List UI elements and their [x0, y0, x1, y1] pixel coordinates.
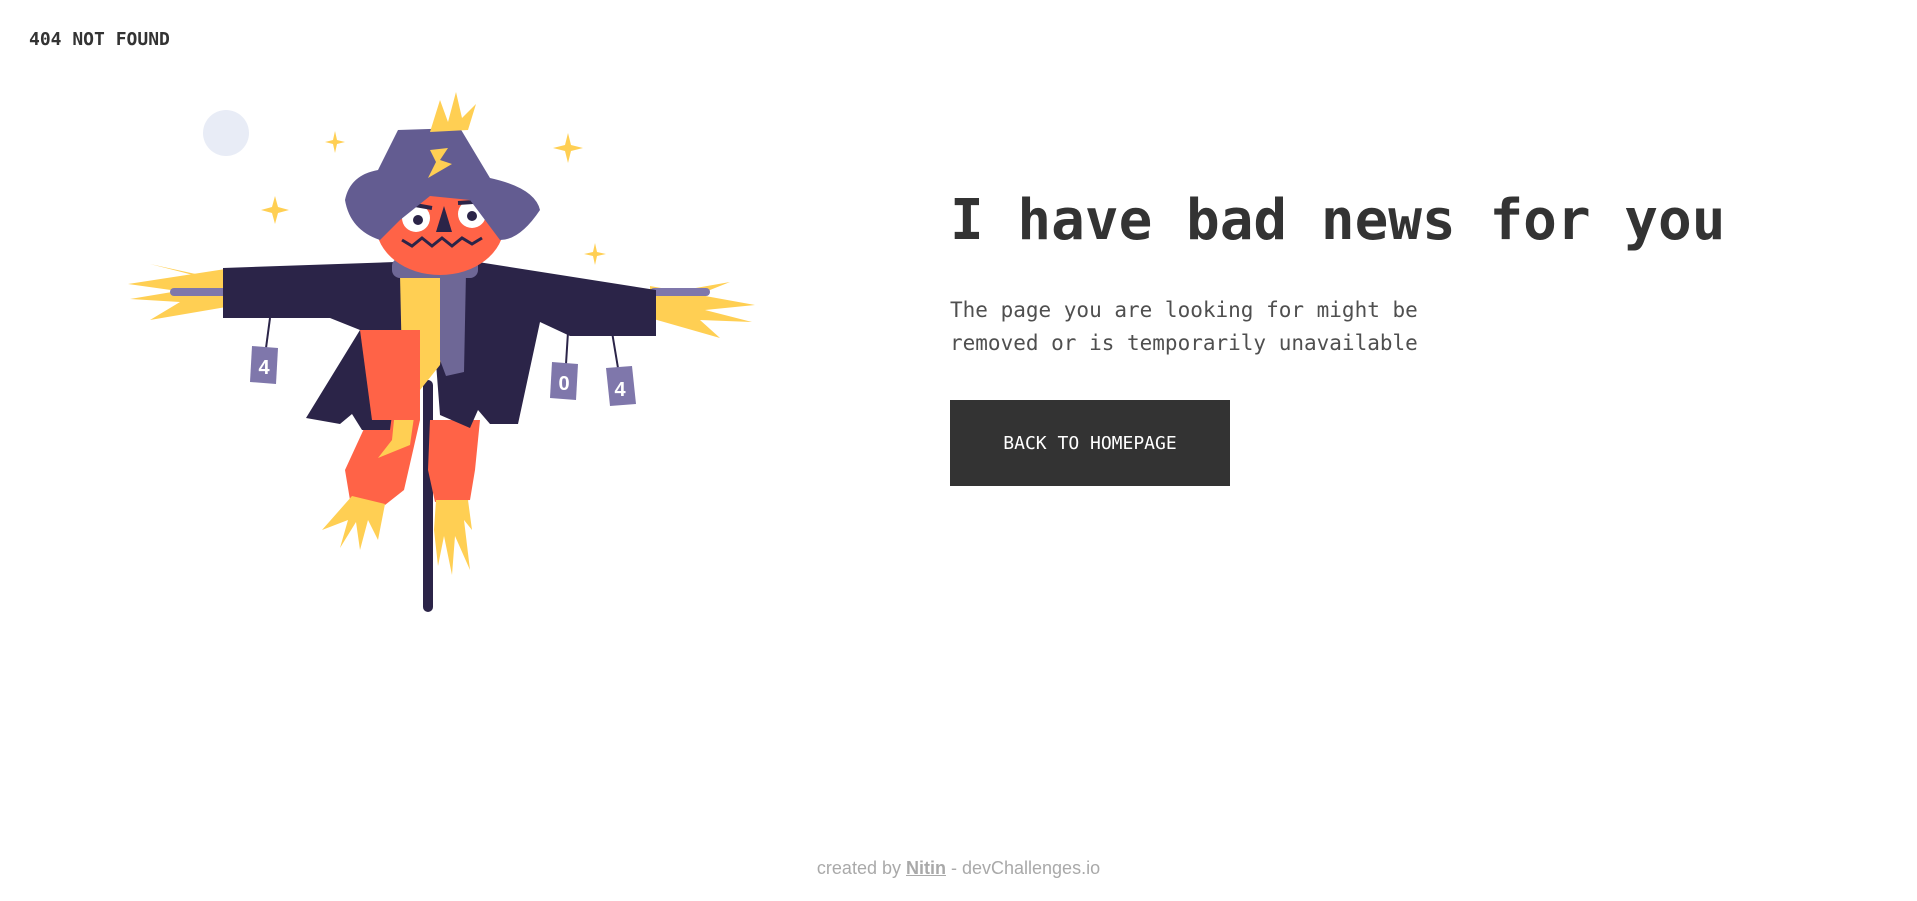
error-message: The page you are looking for might be re…	[950, 298, 1418, 355]
can-right: 4	[606, 366, 636, 406]
back-to-homepage-button[interactable]: BACK TO HOMEPAGE	[950, 400, 1230, 486]
can-left: 4	[250, 346, 278, 384]
can-left-label: 4	[258, 357, 270, 379]
footer: created by Nitin - devChallenges.io	[0, 858, 1917, 879]
can-right-label: 4	[614, 379, 626, 401]
main-content: I have bad news for you The page you are…	[950, 180, 1850, 486]
page-headline: I have bad news for you	[950, 188, 1726, 253]
moon-icon	[203, 110, 249, 156]
brand-title: 404 NOT FOUND	[29, 29, 170, 50]
can-middle: 0	[550, 362, 578, 400]
feet-straw	[322, 496, 472, 575]
footer-suffix: - devChallenges.io	[945, 858, 1101, 878]
scarecrow-illustration: 4 0 4	[128, 92, 755, 612]
footer-prefix: created by	[816, 858, 906, 878]
pole	[423, 380, 433, 612]
author-link[interactable]: Nitin	[906, 858, 946, 878]
right-arm-stick	[650, 288, 710, 296]
can-middle-label: 0	[558, 373, 569, 395]
